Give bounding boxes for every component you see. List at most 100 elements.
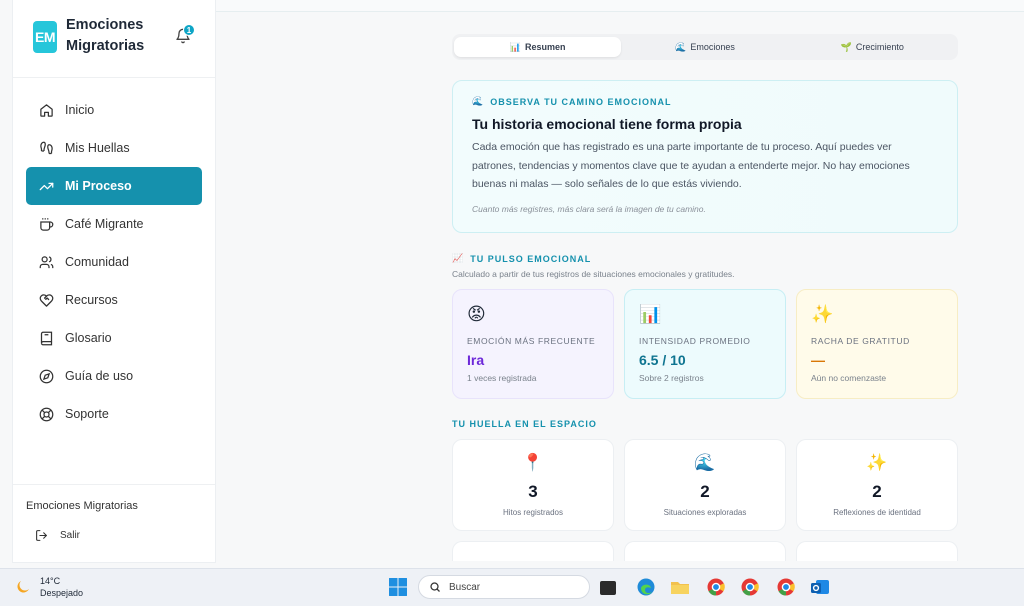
pulse-card-value: 6.5 / 10: [639, 352, 686, 368]
search-icon: [430, 582, 440, 592]
main-content: 📊 Resumen 🌊 Emociones 🌱 Crecimiento 🌊 OB…: [452, 34, 958, 561]
main-nav: Inicio Mis Huellas Mi Proceso Café Migra…: [13, 91, 215, 433]
logout-label: Salir: [60, 530, 81, 541]
seedling-icon: 🌱: [840, 41, 852, 52]
intro-card: 🌊 OBSERVA TU CAMINO EMOCIONAL Tu histori…: [452, 80, 958, 233]
tab-emociones[interactable]: 🌊 Emociones: [621, 37, 788, 57]
nav-item-soporte[interactable]: Soporte: [26, 395, 202, 433]
weather-widget[interactable]: 14°C Despejado: [14, 575, 83, 599]
stat-value: 2: [872, 482, 882, 501]
nav-item-mis-huellas[interactable]: Mis Huellas: [26, 129, 202, 167]
windows-start-icon[interactable]: [388, 577, 408, 597]
nav-item-glosario[interactable]: Glosario: [26, 319, 202, 357]
stat-value: 3: [528, 482, 538, 501]
compass-icon: [38, 368, 54, 384]
notification-badge: 1: [183, 24, 195, 36]
pulse-card-label: EMOCIÓN MÁS FRECUENTE: [467, 336, 596, 346]
task-view-icon[interactable]: [600, 581, 616, 595]
stat-value: 2: [700, 482, 710, 501]
weather-temp: 14°C: [40, 576, 61, 586]
logout-icon: [36, 530, 47, 541]
wave-icon: 🌊: [675, 41, 687, 52]
pulse-card-sub: 1 veces registrada: [467, 373, 537, 383]
sparkles-icon: ✨: [811, 304, 834, 324]
taskbar: 14°C Despejado Buscar: [0, 568, 1024, 606]
tab-resumen[interactable]: 📊 Resumen: [454, 37, 622, 57]
card-peek: [624, 541, 786, 561]
nav-label: Comunidad: [65, 255, 129, 269]
pin-icon: 📍: [522, 453, 544, 472]
taskbar-search[interactable]: Buscar: [418, 575, 590, 599]
footprint-heading: TU HUELLA EN EL ESPACIO: [452, 419, 597, 429]
app-logo[interactable]: EM: [33, 21, 57, 53]
chrome-profile-icon[interactable]: [740, 577, 760, 597]
tab-label: Emociones: [690, 42, 735, 52]
footprint-cards: 📍 3 Hitos registrados 🌊 2 Situaciones ex…: [452, 439, 958, 531]
file-explorer-icon[interactable]: [670, 577, 690, 597]
pulse-card-value: Ira: [467, 352, 485, 368]
app-window: EM Emociones Migratorias 1 Inicio Mis Hu…: [0, 0, 1024, 568]
footprints-icon: [38, 140, 54, 156]
nav-label: Café Migrante: [65, 217, 144, 231]
pulse-card-sub: Sobre 2 registros: [639, 373, 704, 383]
pulse-heading: 📈 TU PULSO EMOCIONAL: [452, 253, 958, 264]
top-bar: [216, 0, 1024, 12]
view-tabs: 📊 Resumen 🌊 Emociones 🌱 Crecimiento: [452, 34, 958, 60]
coffee-icon: [38, 216, 54, 232]
intro-title: Tu historia emocional tiene forma propia: [472, 116, 742, 132]
nav-item-guia-de-uso[interactable]: Guía de uso: [26, 357, 202, 395]
stat-caption: Reflexiones de identidad: [833, 508, 921, 517]
stat-caption: Hitos registrados: [502, 508, 564, 517]
pulse-card-emotion: 😡 EMOCIÓN MÁS FRECUENTE Ira 1 veces regi…: [452, 289, 614, 399]
pulse-card-value: —: [811, 352, 825, 368]
book-icon: [38, 330, 54, 346]
moon-icon: [17, 581, 29, 593]
more-cards-peek: [452, 541, 958, 561]
outlook-icon[interactable]: [810, 577, 830, 597]
nav-item-cafe-migrante[interactable]: Café Migrante: [26, 205, 202, 243]
intro-kicker-text: OBSERVA TU CAMINO EMOCIONAL: [490, 96, 672, 107]
stat-caption: Situaciones exploradas: [663, 508, 747, 517]
brand-header: EM Emociones Migratorias 1: [13, 0, 215, 78]
heart-hand-icon: [38, 292, 54, 308]
search-placeholder: Buscar: [449, 581, 481, 593]
chart-up-icon: 📈: [452, 253, 465, 263]
tab-crecimiento[interactable]: 🌱 Crecimiento: [789, 37, 956, 57]
pulse-card-gratitude: ✨ RACHA DE GRATITUD — Aún no comenzaste: [796, 289, 958, 399]
stat-card-situations: 🌊 2 Situaciones exploradas: [624, 439, 786, 531]
nav-item-mi-proceso[interactable]: Mi Proceso: [26, 167, 202, 205]
edge-icon[interactable]: [636, 577, 656, 597]
intro-kicker: 🌊 OBSERVA TU CAMINO EMOCIONAL: [472, 96, 938, 107]
bar-chart-icon: 📊: [639, 304, 662, 324]
bar-chart-icon: 📊: [509, 41, 522, 52]
wave-icon: 🌊: [694, 453, 716, 472]
users-icon: [38, 254, 54, 270]
nav-item-inicio[interactable]: Inicio: [26, 91, 202, 129]
nav-label: Recursos: [65, 293, 118, 307]
sidebar: EM Emociones Migratorias 1 Inicio Mis Hu…: [12, 0, 216, 563]
card-peek: [452, 541, 614, 561]
trending-up-icon: [38, 178, 54, 194]
pulse-cards: 😡 EMOCIÓN MÁS FRECUENTE Ira 1 veces regi…: [452, 289, 958, 399]
tab-label: Crecimiento: [855, 42, 904, 52]
chrome-profile-icon[interactable]: [776, 577, 796, 597]
nav-label: Guía de uso: [65, 369, 134, 383]
intro-body: Cada emoción que has registrado es una p…: [472, 141, 910, 190]
nav-label: Glosario: [65, 331, 112, 345]
stat-card-reflections: ✨ 2 Reflexiones de identidad: [796, 439, 958, 531]
logout-button[interactable]: Salir: [35, 529, 80, 542]
nav-item-comunidad[interactable]: Comunidad: [26, 243, 202, 281]
pulse-subtitle: Calculado a partir de tus registros de s…: [452, 269, 735, 279]
pulse-card-sub: Aún no comenzaste: [811, 373, 887, 383]
pulse-card-label: RACHA DE GRATITUD: [811, 336, 910, 346]
weather-condition: Despejado: [40, 588, 84, 598]
wave-icon: 🌊: [472, 96, 485, 106]
nav-item-recursos[interactable]: Recursos: [26, 281, 202, 319]
nav-label: Mi Proceso: [65, 179, 132, 193]
angry-face-icon: 😡: [467, 304, 486, 324]
pulse-card-label: INTENSIDAD PROMEDIO: [639, 336, 751, 346]
sparkles-icon: ✨: [866, 453, 888, 472]
lifebuoy-icon: [38, 406, 54, 422]
app-name: Emociones Migratorias: [66, 17, 145, 54]
chrome-icon[interactable]: [706, 577, 726, 597]
